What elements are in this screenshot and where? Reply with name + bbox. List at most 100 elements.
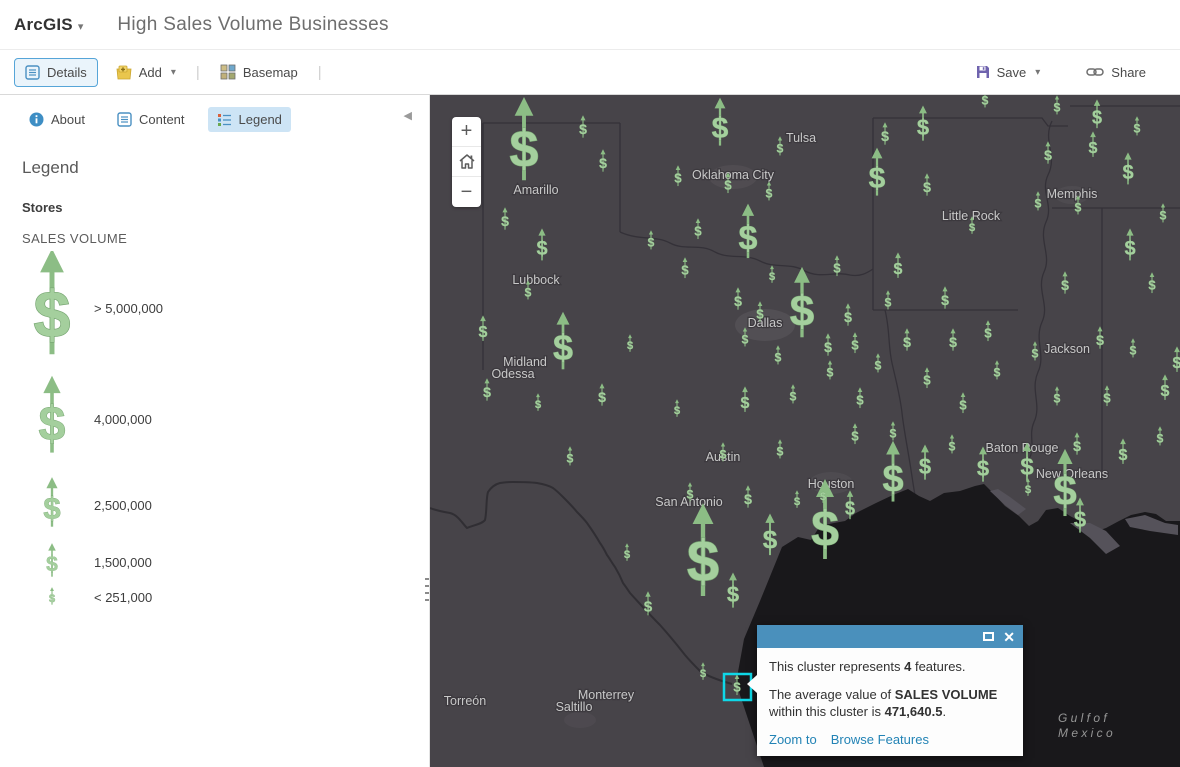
toolbar-separator: | [196, 64, 200, 81]
svg-text:$: $ [890, 426, 897, 440]
svg-text:$: $ [1122, 162, 1133, 184]
gulf-of-mexico-label: G u l f o f [1058, 711, 1108, 725]
dollar-symbol[interactable]: $ [49, 587, 55, 605]
svg-text:$: $ [49, 593, 55, 605]
svg-text:$: $ [845, 498, 855, 518]
svg-text:$: $ [535, 399, 541, 411]
svg-text:$: $ [1073, 438, 1081, 454]
collapse-panel-icon[interactable]: ◀ [404, 109, 412, 122]
svg-text:$: $ [949, 439, 956, 453]
gulf-of-mexico-label: M e x i c o [1058, 726, 1113, 740]
svg-text:$: $ [756, 307, 764, 322]
svg-text:$: $ [763, 524, 778, 554]
svg-text:$: $ [875, 358, 882, 372]
svg-text:$: $ [775, 350, 782, 364]
dollar-symbol-legend: $ [10, 374, 90, 464]
svg-text:$: $ [733, 680, 741, 695]
map-canvas[interactable]: AmarilloTulsaOklahoma CityLittle RockMem… [430, 95, 1180, 767]
city-label: Houston [808, 477, 855, 491]
zoom-out-button[interactable]: − [452, 177, 481, 207]
side-panel: About Content Legend ◀ Legend Stores SAL… [0, 95, 424, 767]
add-button[interactable]: Add ▾ [106, 59, 186, 86]
tab-about[interactable]: About [20, 107, 94, 132]
close-icon[interactable]: ✕ [1003, 630, 1015, 644]
svg-text:$: $ [681, 263, 689, 278]
home-button[interactable] [452, 147, 481, 177]
legend-heading: Legend [22, 158, 424, 178]
chevron-down-icon[interactable]: ▾ [78, 20, 84, 33]
svg-text:$: $ [674, 405, 680, 417]
svg-text:$: $ [742, 332, 749, 346]
divider-grip[interactable] [425, 578, 429, 604]
dollar-symbol-legend: $ [10, 541, 90, 583]
svg-text:$: $ [811, 501, 839, 557]
maximize-icon[interactable] [983, 632, 994, 641]
popup-links: Zoom to Browse Features [769, 732, 929, 747]
svg-text:$: $ [851, 338, 859, 353]
svg-text:$: $ [648, 235, 655, 249]
svg-text:$: $ [1148, 278, 1156, 293]
tab-about-label: About [51, 112, 85, 127]
svg-text:$: $ [1020, 454, 1034, 481]
chevron-down-icon: ▾ [1035, 67, 1040, 78]
svg-text:$: $ [43, 491, 60, 526]
svg-text:$: $ [794, 496, 800, 508]
city-label: Little Rock [942, 209, 1001, 223]
svg-text:$: $ [741, 395, 750, 412]
browse-features-link[interactable]: Browse Features [831, 732, 929, 747]
dollar-symbol[interactable]: $ [46, 543, 58, 577]
svg-text:$: $ [869, 162, 886, 195]
zoom-controls: + − [452, 117, 481, 207]
dollar-symbol[interactable]: $ [982, 95, 989, 107]
share-button[interactable]: Share [1076, 59, 1156, 86]
svg-text:$: $ [1160, 208, 1167, 222]
share-label: Share [1111, 65, 1146, 80]
city-label: Torreón [444, 694, 486, 708]
svg-text:$: $ [881, 128, 889, 144]
svg-text:$: $ [885, 295, 892, 309]
city-label: Amarillo [513, 183, 558, 197]
toolbar-separator: | [318, 64, 322, 81]
tab-content[interactable]: Content [108, 107, 194, 132]
svg-text:$: $ [1054, 391, 1061, 405]
dollar-symbol[interactable]: $ [34, 251, 71, 354]
popup-line-1: This cluster represents 4 features. [769, 658, 1011, 676]
svg-text:$: $ [1089, 140, 1098, 157]
basemap-button[interactable]: Basemap [210, 58, 308, 86]
chevron-down-icon: ▾ [171, 67, 176, 78]
svg-text:$: $ [1025, 484, 1031, 496]
svg-text:$: $ [894, 261, 903, 278]
svg-text:$: $ [982, 95, 989, 107]
dollar-symbol[interactable]: $ [39, 376, 66, 453]
zoom-in-button[interactable]: + [452, 117, 481, 147]
tab-content-label: Content [139, 112, 185, 127]
svg-text:$: $ [1130, 343, 1137, 357]
svg-text:$: $ [687, 487, 694, 501]
details-button[interactable]: Details [14, 58, 98, 87]
svg-text:$: $ [46, 553, 58, 576]
svg-text:$: $ [724, 178, 732, 193]
svg-text:$: $ [844, 309, 852, 325]
save-button[interactable]: Save ▾ [966, 59, 1051, 86]
svg-text:$: $ [790, 287, 814, 336]
popup-header[interactable]: ✕ [757, 625, 1023, 648]
zoom-to-link[interactable]: Zoom to [769, 732, 817, 747]
city-label: Odessa [491, 367, 534, 381]
arcgis-logo[interactable]: ArcGIS [14, 15, 73, 35]
city-label: Saltillo [556, 700, 593, 714]
svg-text:$: $ [777, 141, 784, 155]
legend-class-label: < 251,000 [94, 590, 152, 605]
legend-row: $ > 5,000,000 [10, 250, 424, 366]
save-label: Save [997, 65, 1027, 80]
popup-line-2: The average value of SALES VOLUME within… [769, 686, 1011, 721]
page-title: High Sales Volume Businesses [117, 14, 388, 36]
dollar-symbol[interactable]: $ [43, 477, 60, 527]
svg-text:$: $ [720, 447, 727, 461]
svg-text:$: $ [567, 451, 574, 465]
svg-text:$: $ [553, 327, 573, 368]
tab-legend[interactable]: Legend [208, 107, 291, 132]
details-label: Details [47, 65, 87, 80]
share-link-icon [1086, 67, 1104, 77]
basemap-label: Basemap [243, 65, 298, 80]
legend-field-name: SALES VOLUME [22, 231, 424, 246]
